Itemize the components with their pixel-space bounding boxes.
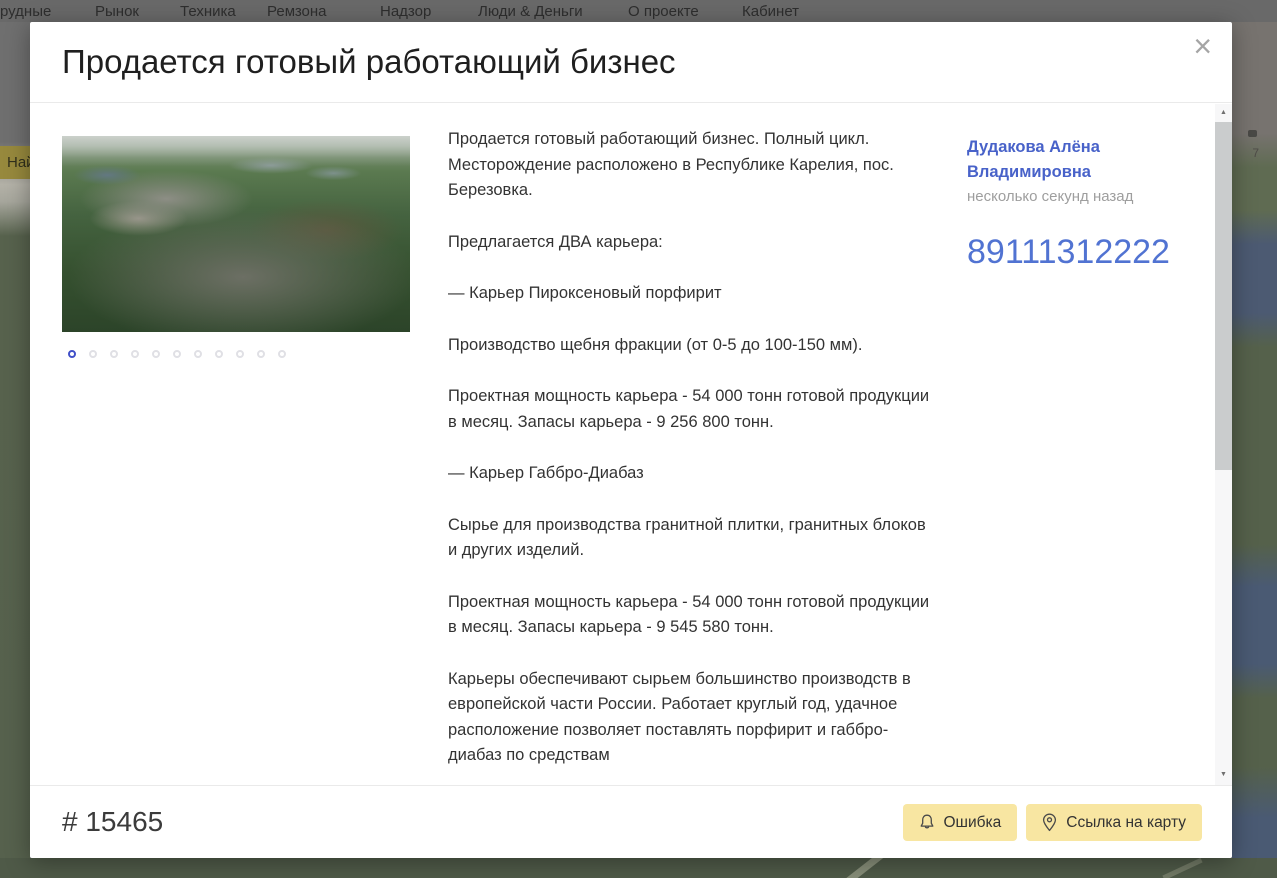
nav-item[interactable]: Кабинет bbox=[742, 3, 799, 20]
gallery-dot[interactable] bbox=[89, 350, 97, 358]
nav-item[interactable]: Надзор bbox=[380, 3, 431, 20]
seller-phone[interactable]: 89111312222 bbox=[967, 233, 1187, 272]
gallery-dot[interactable] bbox=[236, 350, 244, 358]
scrollbar-up-icon[interactable]: ▲ bbox=[1215, 104, 1232, 121]
description-paragraph: Предлагается ДВА карьера: bbox=[448, 230, 935, 256]
listing-id: # 15465 bbox=[62, 806, 163, 838]
description-paragraph: Проектная мощность карьера - 54 000 тонн… bbox=[448, 590, 935, 641]
description-paragraph: — Карьер Пироксеновый порфирит bbox=[448, 281, 935, 307]
find-button[interactable]: Най bbox=[0, 146, 30, 179]
description-paragraph: Сырье для производства гранитной плитки,… bbox=[448, 513, 935, 564]
modal-header: Продается готовый работающий бизнес × bbox=[30, 22, 1232, 103]
map-label: 7 bbox=[1252, 146, 1259, 160]
nav-item[interactable]: Ремзона bbox=[267, 3, 327, 20]
map-road bbox=[1162, 858, 1202, 878]
close-icon[interactable]: × bbox=[1193, 30, 1212, 62]
listing-time-ago: несколько секунд назад bbox=[967, 188, 1187, 205]
modal-title: Продается готовый работающий бизнес bbox=[62, 43, 676, 81]
location-pin-icon bbox=[1042, 813, 1057, 832]
seller-name-link[interactable]: Дудакова Алёна Владимировна bbox=[967, 135, 1127, 185]
error-button-label: Ошибка bbox=[944, 814, 1002, 832]
top-nav: рудные Рынок Техника Ремзона Надзор Люди & Де… bbox=[0, 0, 1277, 22]
footer-buttons: Ошибка Ссылка на карту bbox=[903, 804, 1203, 841]
gallery-dot[interactable] bbox=[278, 350, 286, 358]
description-paragraph: Продается готовый работающий бизнес. Пол… bbox=[448, 127, 935, 204]
listing-modal: Продается готовый работающий бизнес × Пр… bbox=[30, 22, 1232, 858]
listing-photo[interactable] bbox=[62, 136, 410, 332]
map-poi-icon bbox=[1248, 130, 1257, 137]
gallery-dot[interactable] bbox=[152, 350, 160, 358]
nav-item[interactable]: Техника bbox=[180, 3, 236, 20]
description-paragraph: Проектная мощность карьера - 54 000 тонн… bbox=[448, 384, 935, 435]
nav-item[interactable]: рудные bbox=[0, 3, 51, 20]
description-paragraph: — Карьер Габбро-Диабаз bbox=[448, 461, 935, 487]
gallery-dot[interactable] bbox=[257, 350, 265, 358]
gallery-dot[interactable] bbox=[131, 350, 139, 358]
gallery-dot[interactable] bbox=[194, 350, 202, 358]
contact-panel: Дудакова Алёна Владимировна несколько се… bbox=[967, 135, 1187, 272]
scrollbar[interactable]: ▲ ▼ bbox=[1215, 104, 1232, 785]
nav-item[interactable]: О проекте bbox=[628, 3, 699, 20]
description-paragraph: Производство щебня фракции (от 0-5 до 10… bbox=[448, 333, 935, 359]
scrollbar-thumb[interactable] bbox=[1215, 122, 1232, 470]
gallery-dot[interactable] bbox=[110, 350, 118, 358]
map-background-bottom bbox=[0, 858, 1277, 878]
map-link-button-label: Ссылка на карту bbox=[1066, 814, 1186, 832]
listing-description: Продается готовый работающий бизнес. Пол… bbox=[448, 127, 935, 795]
modal-footer: # 15465 Ошибка Ссылка на к bbox=[30, 785, 1232, 858]
description-paragraph: Карьеры обеспечивают сырьем большинство … bbox=[448, 667, 935, 769]
error-button[interactable]: Ошибка bbox=[903, 804, 1018, 841]
scrollbar-down-icon[interactable]: ▼ bbox=[1215, 766, 1232, 783]
map-road bbox=[843, 858, 884, 878]
map-link-button[interactable]: Ссылка на карту bbox=[1026, 804, 1202, 841]
modal-body: Продается готовый работающий бизнес. Пол… bbox=[30, 104, 1232, 785]
gallery-dot[interactable] bbox=[215, 350, 223, 358]
bell-icon bbox=[919, 813, 935, 832]
gallery-dot[interactable] bbox=[68, 350, 76, 358]
gallery-dots bbox=[68, 350, 286, 358]
nav-item[interactable]: Рынок bbox=[95, 3, 139, 20]
nav-item[interactable]: Люди & Деньги bbox=[478, 3, 583, 20]
gallery-dot[interactable] bbox=[173, 350, 181, 358]
